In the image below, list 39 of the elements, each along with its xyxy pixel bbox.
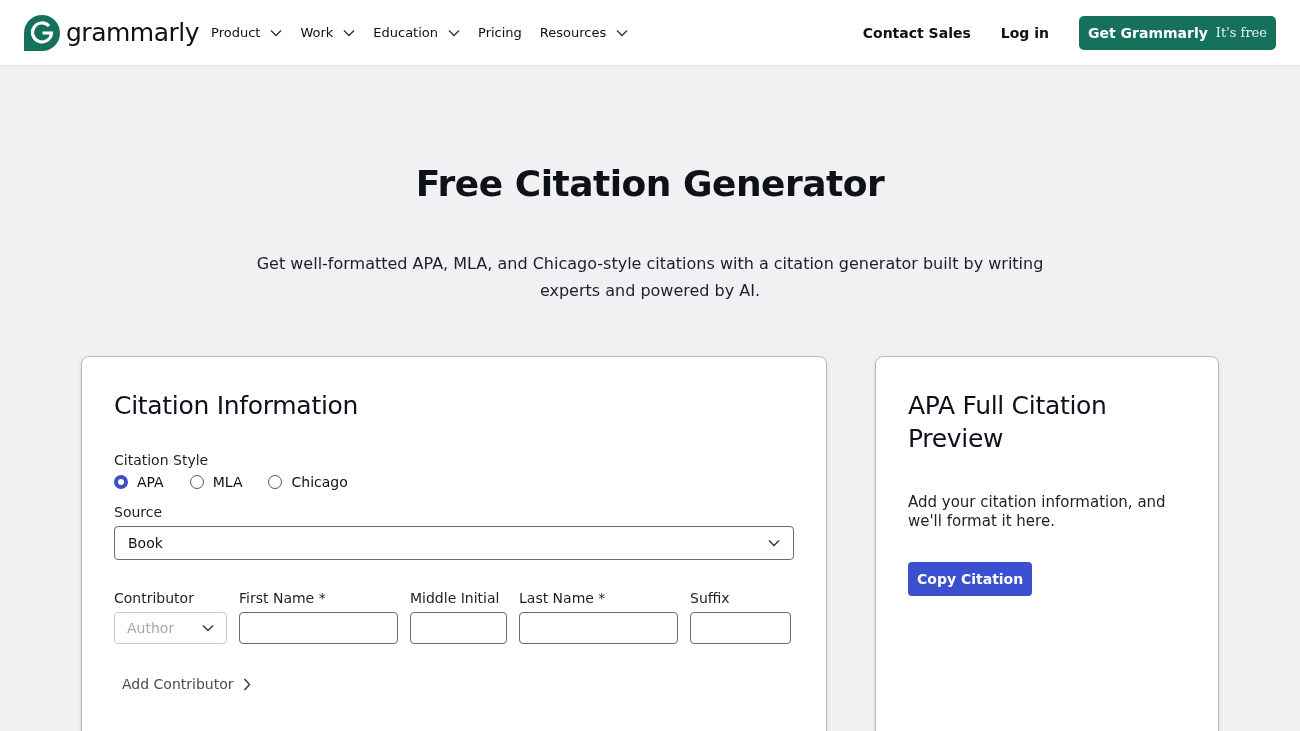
radio-option[interactable]: Chicago [268,474,348,490]
caret-icon [270,28,283,37]
caret-icon [616,28,629,37]
radio-option[interactable]: MLA [189,474,243,490]
input-field[interactable] [410,612,507,644]
chevron-icon [202,624,214,632]
nav-menu-item[interactable]: Product [211,21,283,44]
card-title: Citation Information [114,390,360,422]
field-label: Last Name * [519,590,607,606]
page-title: Free Citation Generator [414,162,886,206]
field-label: Source [114,504,164,520]
preview-text: Add your citation information, and we'll format it here. [908,493,1167,531]
caret-icon [448,28,461,37]
logo-icon[interactable] [24,14,60,51]
nav-menu-item[interactable]: Resources [539,21,629,44]
input-field[interactable] [239,612,398,644]
add-contributor-link[interactable]: Add Contributor [122,676,252,692]
field-label: First Name * [239,590,327,606]
input-field[interactable] [690,612,791,644]
get-grammarly-button[interactable]: Get Grammarly It's free [1079,15,1276,50]
source-dropdown[interactable]: Book [114,526,794,560]
log-in-link[interactable]: Log in [1000,20,1049,45]
caret-icon [343,28,356,37]
copy-citation-button[interactable]: Copy Citation [908,562,1033,596]
chevron-icon [768,539,780,547]
nav-menu-item[interactable]: Work [300,21,356,44]
card-title: APA Full Citation Preview [908,390,1108,455]
nav-menu-item[interactable]: Education [373,21,461,44]
field-label: Suffix [690,590,731,606]
field-label: Citation Style [114,452,210,468]
radio-option[interactable]: APA [114,474,164,490]
field-label: Contributor [114,590,195,606]
field-label: Middle Initial [410,590,501,606]
chevron-right-icon [243,677,252,691]
contact-sales-link[interactable]: Contact Sales [862,20,971,45]
input-field[interactable] [519,612,678,644]
nav-menu-item[interactable]: Pricing [478,21,522,44]
logo-text[interactable]: grammarly [66,18,199,47]
page-subtitle: Get well-formatted APA, MLA, and Chicago-style citations with a citation generator built by writing experts and powered by AI. [255,253,1045,302]
